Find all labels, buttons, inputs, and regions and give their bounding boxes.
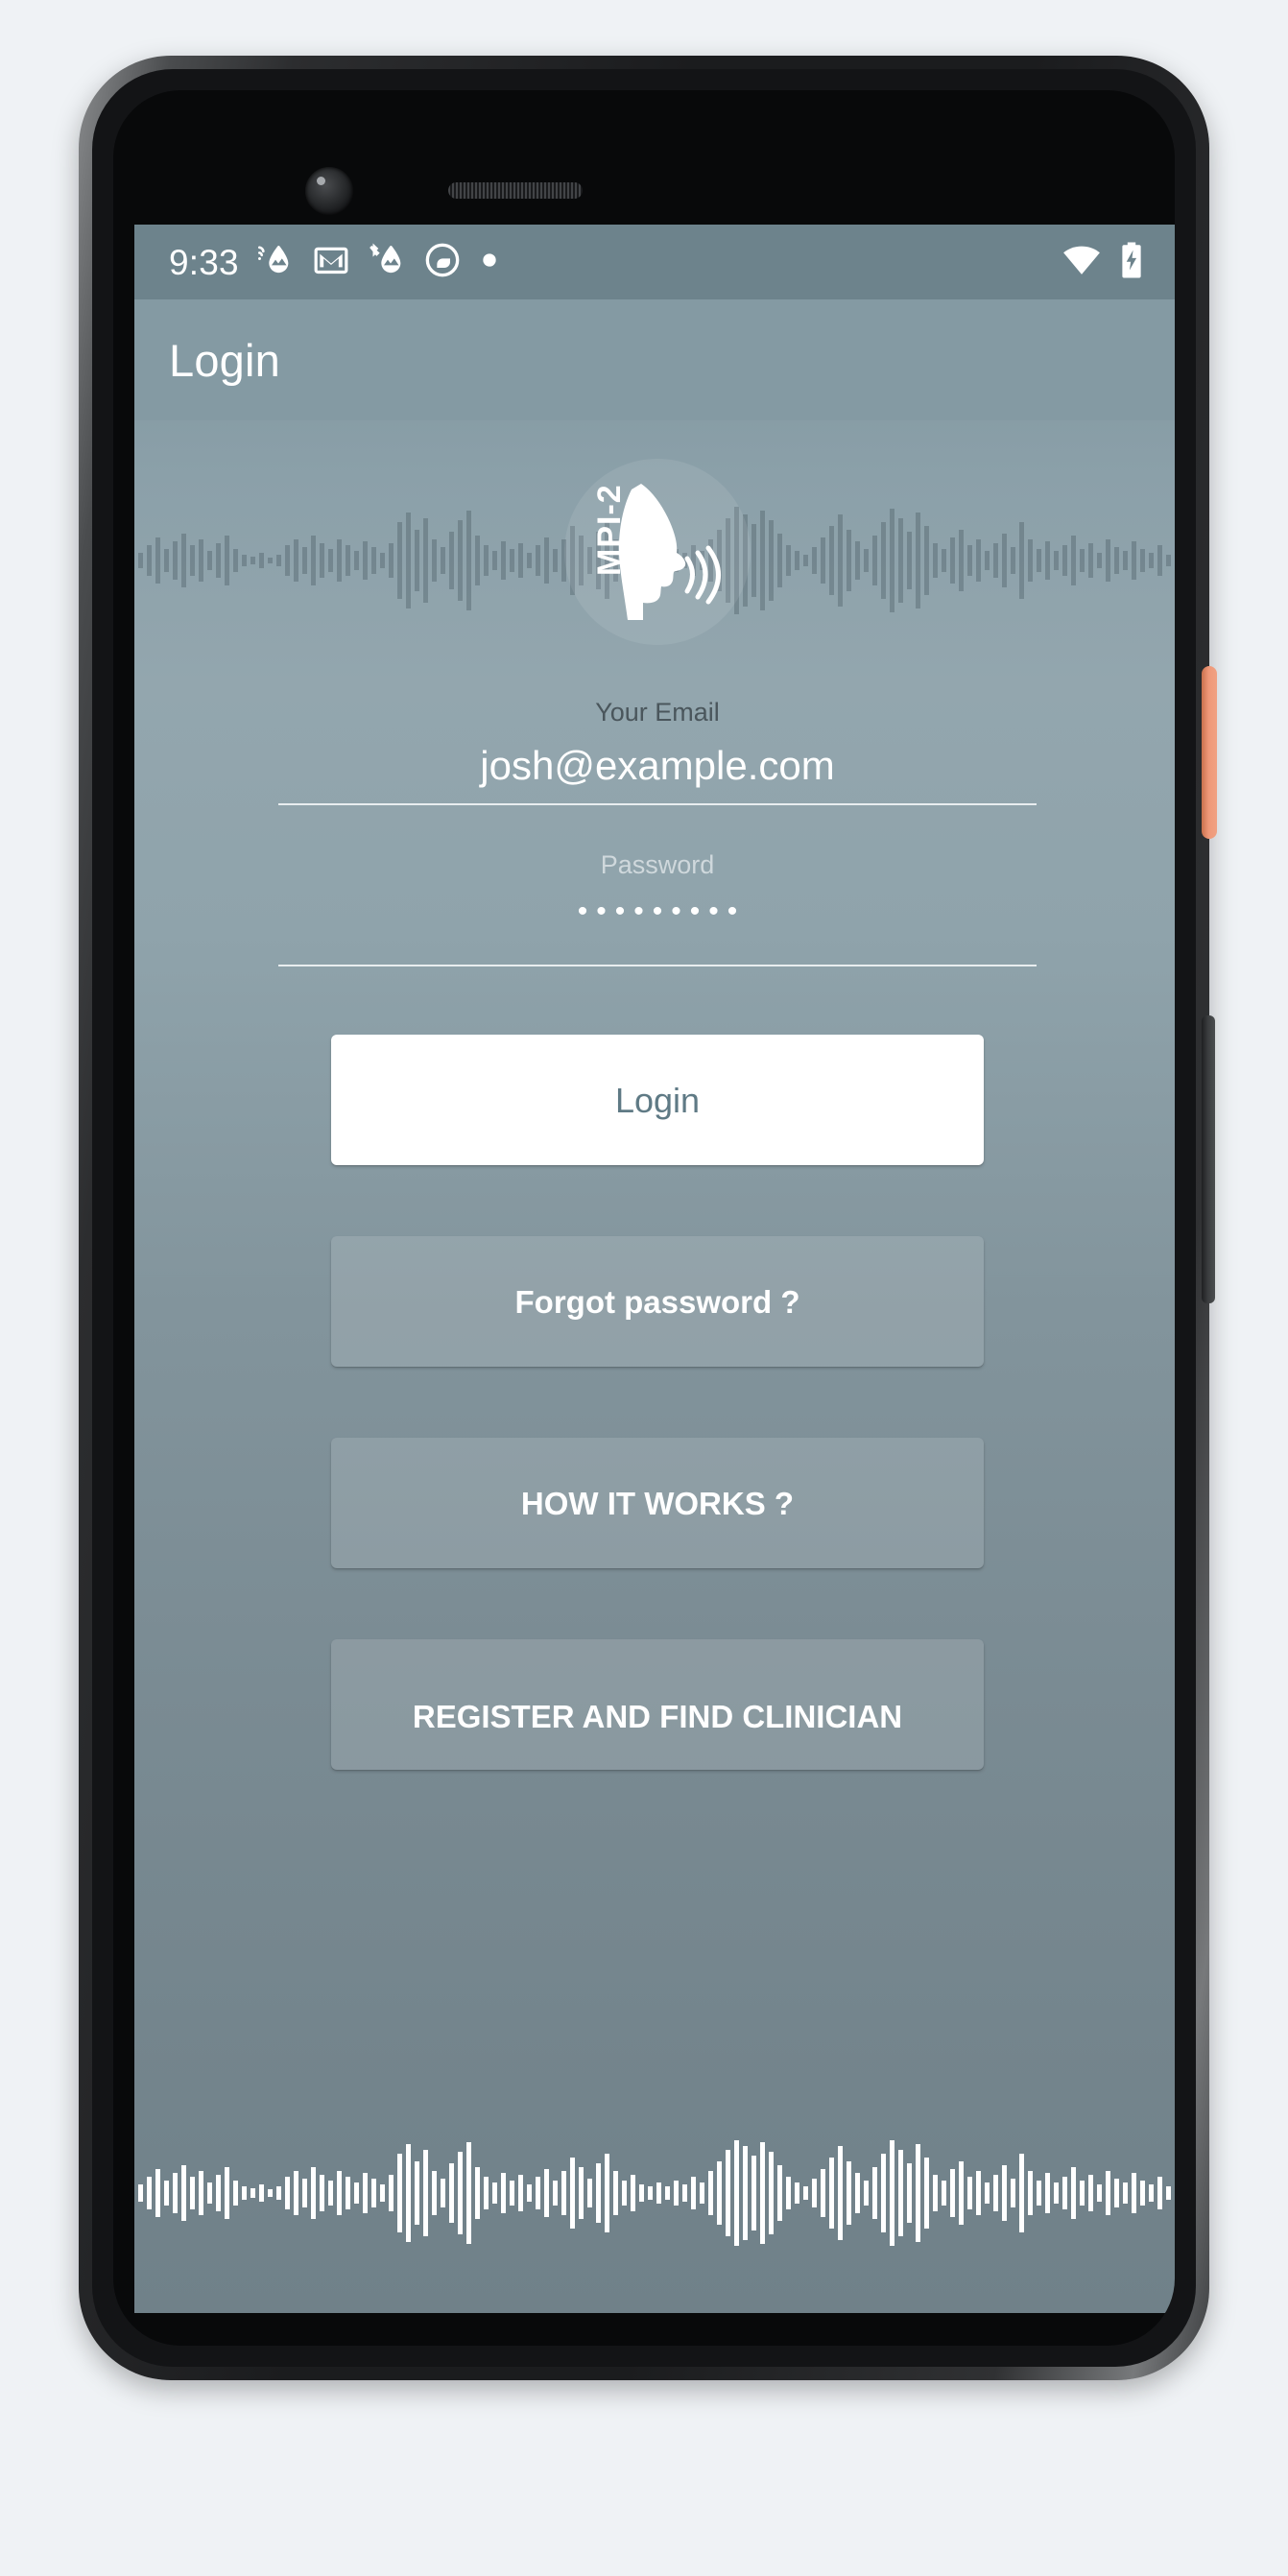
login-screen-body: MPI-2 Your Email josh@example.com Passwo…: [134, 420, 1175, 2313]
password-input[interactable]: •••••••••: [278, 894, 1037, 967]
cast-water-drop-icon: [256, 241, 295, 284]
email-field-group: Your Email josh@example.com: [278, 697, 1037, 805]
front-camera-icon: [305, 167, 353, 215]
power-button[interactable]: [1202, 666, 1217, 839]
how-it-works-button[interactable]: HOW IT WORKS ?: [331, 1438, 984, 1568]
login-form: Your Email josh@example.com Password •••…: [134, 697, 1175, 974]
gmail-icon: [312, 241, 350, 284]
dot-icon: [479, 241, 500, 284]
password-label: Password: [600, 849, 715, 879]
password-field-group: Password •••••••••: [278, 849, 1037, 967]
email-input[interactable]: josh@example.com: [278, 741, 1037, 805]
battery-charging-icon: [1117, 240, 1146, 285]
field-spacer: [278, 813, 1037, 849]
login-button[interactable]: Login: [331, 1035, 984, 1165]
do-not-disturb-icon: [423, 241, 462, 284]
page-title: Login: [169, 334, 280, 386]
status-bar-right: [1061, 240, 1146, 285]
phone-device-inner: 9:33 Login MPI-2 Your Email josh@example…: [92, 69, 1196, 2367]
mpi-2-logo: MPI-2: [564, 459, 751, 645]
phone-screen: 9:33 Login MPI-2 Your Email josh@example…: [134, 225, 1175, 2313]
phone-device-frame: 9:33 Login MPI-2 Your Email josh@example…: [79, 56, 1217, 2380]
forgot-password-button[interactable]: Forgot password ?: [331, 1236, 984, 1367]
volume-rocker-button[interactable]: [1202, 1015, 1215, 1303]
app-bar: Login: [134, 299, 1175, 420]
bluetooth-water-drop-icon: [368, 241, 406, 284]
status-bar: 9:33: [134, 225, 1175, 299]
register-find-clinician-button[interactable]: REGISTER AND FIND CLINICIAN: [331, 1639, 984, 1770]
svg-text:MPI-2: MPI-2: [591, 484, 628, 576]
status-bar-left: 9:33: [169, 241, 500, 284]
status-bar-clock: 9:33: [169, 242, 239, 282]
phone-bezel: 9:33 Login MPI-2 Your Email josh@example…: [113, 90, 1175, 2346]
action-button-group: Login Forgot password ? HOW IT WORKS ? R…: [134, 1035, 1175, 1841]
wifi-icon: [1061, 240, 1102, 285]
page-root: 9:33 Login MPI-2 Your Email josh@example…: [0, 0, 1288, 2576]
brand-logo-container: MPI-2: [134, 459, 1175, 645]
earpiece-speaker-icon: [448, 182, 583, 199]
email-label: Your Email: [595, 698, 720, 727]
bottom-waveform-decoration: [138, 2140, 1171, 2246]
